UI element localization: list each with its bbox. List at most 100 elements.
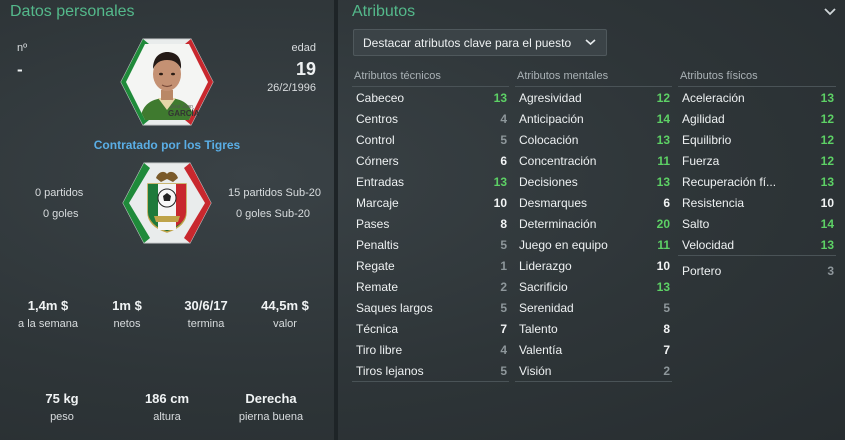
attribute-value: 7 <box>500 322 507 336</box>
attribute-name: Serenidad <box>519 301 574 315</box>
attribute-name: Liderazgo <box>519 259 572 273</box>
attribute-value: 8 <box>500 217 507 231</box>
age-label: edad <box>291 42 316 54</box>
attribute-row[interactable]: Fuerza 12 <box>678 150 836 171</box>
attribute-value: 13 <box>656 175 670 189</box>
attribute-row[interactable]: Tiros lejanos 5 <box>352 360 509 381</box>
attribute-row[interactable]: Resistencia 10 <box>678 192 836 213</box>
attribute-row[interactable]: Talento 8 <box>515 318 672 339</box>
height-value: 186 cm <box>144 391 190 406</box>
goalkeeper-row[interactable]: Portero 3 <box>678 260 836 281</box>
attribute-row[interactable]: Juego en equipo 11 <box>515 234 672 255</box>
contract-link[interactable]: Contratado por los Tigres <box>0 138 334 152</box>
highlight-key-attributes-dropdown[interactable]: Destacar atributos clave para el puesto <box>353 29 607 56</box>
player-name-line2: GARCÍA <box>168 109 200 118</box>
net-value: 1m $ <box>112 298 142 313</box>
market-value: 44,5m $ <box>261 298 309 313</box>
attribute-row[interactable]: Agresividad 12 <box>515 87 672 108</box>
attribute-row[interactable]: Liderazgo 10 <box>515 255 672 276</box>
foot-label: pierna buena <box>238 411 304 423</box>
attribute-row[interactable]: Regate 1 <box>352 255 509 276</box>
attribute-row[interactable]: Técnica 7 <box>352 318 509 339</box>
attribute-name: Penaltis <box>356 238 399 252</box>
attribute-value: 10 <box>656 259 670 273</box>
attribute-name: Control <box>356 133 395 147</box>
attribute-name: Córners <box>356 154 399 168</box>
attribute-value: 6 <box>663 196 670 210</box>
attribute-value: 12 <box>820 112 834 126</box>
attribute-name: Centros <box>356 112 399 126</box>
attribute-row[interactable]: Recuperación fí... 13 <box>678 171 836 192</box>
attribute-name: Entradas <box>356 175 405 189</box>
personal-title: Datos personales <box>10 3 135 20</box>
attribute-value: 13 <box>656 280 670 294</box>
attribute-name: Portero <box>682 264 722 278</box>
attribute-row[interactable]: Saques largos 5 <box>352 297 509 318</box>
market-label: valor <box>273 318 297 330</box>
attribute-value: 13 <box>820 238 834 252</box>
attribute-name: Marcaje <box>356 196 399 210</box>
attribute-name: Juego en equipo <box>519 238 608 252</box>
attribute-name: Equilibrio <box>682 133 732 147</box>
attribute-value: 10 <box>493 196 507 210</box>
attribute-row[interactable]: Sacrificio 13 <box>515 276 672 297</box>
attribute-row[interactable]: Visión 2 <box>515 360 672 381</box>
attribute-name: Sacrificio <box>519 280 568 294</box>
personal-panel: Datos personales nº - edad 19 26/2/1996 <box>0 0 334 440</box>
attribute-value: 11 <box>657 238 670 252</box>
attribute-value: 5 <box>663 301 670 315</box>
attribute-name: Valentía <box>519 343 563 357</box>
youth-goals: 0 goles Sub-20 <box>236 208 310 220</box>
attribute-row[interactable]: Desmarques 6 <box>515 192 672 213</box>
technical-attributes-column: Atributos técnicos Cabeceo 13 Centros 4 Cont… <box>352 70 509 382</box>
attribute-row[interactable]: Anticipación 14 <box>515 108 672 129</box>
mexico-crest-badge[interactable] <box>120 160 214 246</box>
attribute-value: 8 <box>663 322 670 336</box>
attribute-row[interactable]: Velocidad 13 <box>678 234 836 255</box>
attribute-value: 7 <box>663 343 670 357</box>
youth-caps: 15 partidos Sub-20 <box>228 187 321 199</box>
attribute-row[interactable]: Control 5 <box>352 129 509 150</box>
attribute-value: 10 <box>820 196 834 210</box>
attribute-row[interactable]: Pases 8 <box>352 213 509 234</box>
attribute-value: 5 <box>500 133 507 147</box>
attribute-row[interactable]: Concentración 11 <box>515 150 672 171</box>
attribute-name: Velocidad <box>682 238 735 252</box>
attribute-value: 1 <box>500 259 507 273</box>
physical-header: Atributos físicos <box>678 70 836 87</box>
attribute-row[interactable]: Equilibrio 12 <box>678 129 836 150</box>
attribute-row[interactable]: Cabeceo 13 <box>352 87 509 108</box>
dropdown-label: Destacar atributos clave para el puesto <box>363 36 572 50</box>
attribute-row[interactable]: Serenidad 5 <box>515 297 672 318</box>
senior-goals: 0 goles <box>43 208 79 220</box>
attribute-name: Tiros lejanos <box>356 364 424 378</box>
attribute-row[interactable]: Tiro libre 4 <box>352 339 509 360</box>
attribute-row[interactable]: Centros 4 <box>352 108 509 129</box>
attribute-row[interactable]: Penaltis 5 <box>352 234 509 255</box>
weight-value: 75 kg <box>45 391 79 406</box>
attribute-name: Remate <box>356 280 399 294</box>
attribute-row[interactable]: Valentía 7 <box>515 339 672 360</box>
attribute-row[interactable]: Colocación 13 <box>515 129 672 150</box>
dropdown-caret-icon <box>585 39 596 46</box>
player-photo-badge[interactable]: José Juan GARCÍA <box>118 36 216 128</box>
attribute-row[interactable]: Salto 14 <box>678 213 836 234</box>
attribute-name: Decisiones <box>519 175 578 189</box>
wage-label: a la semana <box>18 318 78 330</box>
attribute-row[interactable]: Determinación 20 <box>515 213 672 234</box>
attribute-row[interactable]: Agilidad 12 <box>678 108 836 129</box>
attribute-row[interactable]: Remate 2 <box>352 276 509 297</box>
attribute-value: 4 <box>500 112 507 126</box>
senior-caps: 0 partidos <box>35 187 84 199</box>
attribute-row[interactable]: Decisiones 13 <box>515 171 672 192</box>
attribute-row[interactable]: Marcaje 10 <box>352 192 509 213</box>
attribute-row[interactable]: Córners 6 <box>352 150 509 171</box>
attribute-name: Fuerza <box>682 154 720 168</box>
attribute-row[interactable]: Entradas 13 <box>352 171 509 192</box>
attribute-value: 6 <box>500 154 507 168</box>
wage-value: 1,4m $ <box>27 298 69 313</box>
attribute-row[interactable]: Aceleración 13 <box>678 87 836 108</box>
chevron-down-icon[interactable] <box>823 6 837 16</box>
attribute-value: 13 <box>493 91 507 105</box>
attribute-name: Regate <box>356 259 395 273</box>
